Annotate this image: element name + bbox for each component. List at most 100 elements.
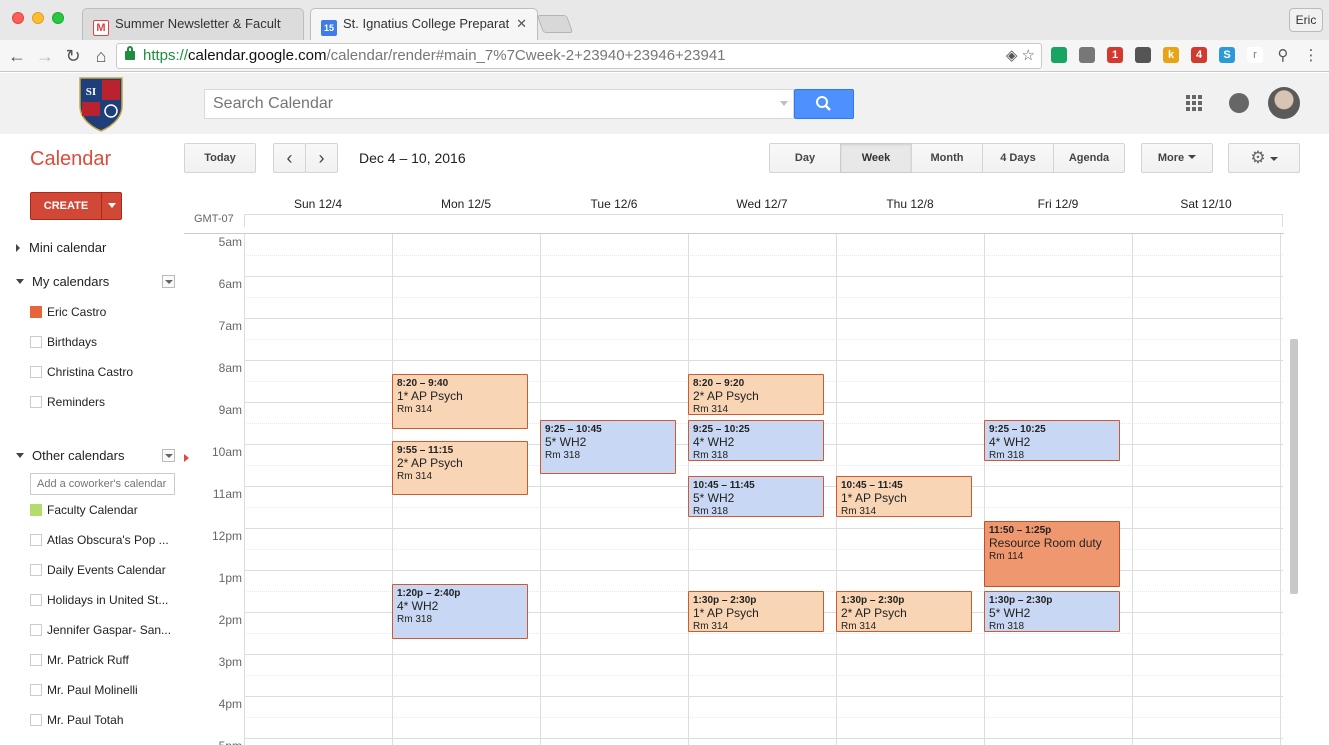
adblock-icon[interactable]: 1 bbox=[1107, 47, 1123, 63]
calendar-list-item[interactable]: Eric Castro bbox=[30, 303, 180, 323]
apps-grid-icon[interactable] bbox=[1186, 95, 1202, 111]
tool-extension-icon[interactable]: 4 bbox=[1191, 47, 1207, 63]
calendar-event[interactable]: 9:25 – 10:25 4* WH2 Rm 318 bbox=[984, 419, 1120, 461]
search-options-dropdown-icon[interactable] bbox=[780, 101, 788, 106]
minimize-window-button[interactable] bbox=[32, 12, 44, 24]
calendar-color-swatch[interactable] bbox=[30, 654, 42, 666]
event-room: Rm 318 bbox=[397, 613, 433, 625]
calendar-list-item[interactable]: Jennifer Gaspar- San... bbox=[30, 621, 180, 641]
calendar-color-swatch[interactable] bbox=[30, 624, 42, 636]
calendar-color-swatch[interactable] bbox=[30, 684, 42, 696]
day-header[interactable]: Fri 12/9 bbox=[984, 197, 1132, 211]
calendar-color-swatch[interactable] bbox=[30, 504, 42, 516]
calendar-list-item[interactable]: Mr. Patrick Ruff bbox=[30, 651, 180, 671]
calendar-label: Mr. Paul Totah bbox=[47, 713, 124, 727]
notifications-bell-icon[interactable] bbox=[1229, 93, 1249, 113]
calendar-list-item[interactable]: Daily Events Calendar bbox=[30, 561, 180, 581]
view-month-button[interactable]: Month bbox=[911, 143, 983, 173]
calendar-list-item[interactable]: Faculty Calendar bbox=[30, 501, 180, 521]
time-grid[interactable]: 5am 6am 7am 8am 9am 10am 11am 12pm 1pm 2pm 3pm 4pm 5… bbox=[184, 233, 1284, 745]
back-arrow-icon[interactable]: ← bbox=[6, 45, 28, 67]
next-week-button[interactable]: › bbox=[305, 143, 338, 173]
calendar-event[interactable]: 1:30p – 2:30p 5* WH2 Rm 318 bbox=[984, 591, 1120, 632]
gmail-icon: M bbox=[93, 20, 109, 36]
calendar-event[interactable]: 10:45 – 11:45 1* AP Psych Rm 314 bbox=[836, 475, 972, 517]
all-day-row[interactable] bbox=[244, 214, 1283, 227]
view-day-button[interactable]: Day bbox=[769, 143, 841, 173]
calendar-color-swatch[interactable] bbox=[30, 594, 42, 606]
other-calendars-toggle[interactable]: Other calendars bbox=[16, 448, 125, 463]
user-avatar[interactable] bbox=[1268, 87, 1300, 119]
address-bar[interactable]: https://calendar.google.com/calendar/ren… bbox=[116, 43, 1042, 69]
calendar-event[interactable]: 1:20p – 2:40p 4* WH2 Rm 318 bbox=[392, 583, 528, 639]
view-agenda-button[interactable]: Agenda bbox=[1053, 143, 1125, 173]
other-calendars-menu-icon[interactable] bbox=[162, 449, 175, 462]
my-calendars-toggle[interactable]: My calendars bbox=[16, 274, 109, 289]
previous-week-button[interactable]: ‹ bbox=[273, 143, 306, 173]
day-header[interactable]: Tue 12/6 bbox=[540, 197, 688, 211]
mini-calendar-toggle[interactable]: Mini calendar bbox=[16, 240, 106, 255]
calendar-event[interactable]: 1:30p – 2:30p 2* AP Psych Rm 314 bbox=[836, 591, 972, 632]
more-button[interactable]: More bbox=[1141, 143, 1213, 173]
calendar-event[interactable]: 8:20 – 9:40 1* AP Psych Rm 314 bbox=[392, 373, 528, 429]
day-header[interactable]: Wed 12/7 bbox=[688, 197, 836, 211]
add-coworker-calendar-input[interactable] bbox=[30, 473, 175, 495]
calendar-event[interactable]: 9:25 – 10:45 5* WH2 Rm 318 bbox=[540, 419, 676, 475]
chrome-menu-icon[interactable]: ⋮ bbox=[1300, 45, 1322, 67]
reload-icon[interactable]: ↻ bbox=[62, 45, 84, 67]
s-extension-icon[interactable]: S bbox=[1219, 47, 1235, 63]
day-header[interactable]: Thu 12/8 bbox=[836, 197, 984, 211]
create-button[interactable]: CREATE bbox=[30, 192, 122, 220]
day-header[interactable]: Sat 12/10 bbox=[1132, 197, 1280, 211]
browser-tab-gmail[interactable]: M Summer Newsletter & Faculty/ bbox=[82, 8, 304, 40]
new-tab-button[interactable] bbox=[536, 15, 574, 33]
calendar-list-item[interactable]: Birthdays bbox=[30, 333, 180, 353]
calendar-list-item[interactable]: Mr. Paul Molinelli bbox=[30, 681, 180, 701]
calendar-color-swatch[interactable] bbox=[30, 306, 42, 318]
close-window-button[interactable] bbox=[12, 12, 24, 24]
profile-button[interactable]: Eric bbox=[1289, 8, 1323, 32]
browser-tab-calendar[interactable]: 15 St. Ignatius College Preparator ✕ bbox=[310, 8, 538, 40]
k-extension-icon[interactable]: k bbox=[1163, 47, 1179, 63]
calendar-list-item[interactable]: Holidays in United St... bbox=[30, 591, 180, 611]
calendar-event[interactable]: 1:30p – 2:30p 1* AP Psych Rm 314 bbox=[688, 591, 824, 632]
eye-icon[interactable]: ◈ bbox=[1006, 47, 1018, 64]
calendar-list-item[interactable]: Christina Castro bbox=[30, 363, 180, 383]
calendar-color-swatch[interactable] bbox=[30, 396, 42, 408]
today-button[interactable]: Today bbox=[184, 143, 256, 173]
calendar-color-swatch[interactable] bbox=[30, 564, 42, 576]
view-week-button[interactable]: Week bbox=[840, 143, 912, 173]
grid-scrollbar[interactable] bbox=[1290, 339, 1298, 594]
close-tab-icon[interactable]: ✕ bbox=[516, 16, 527, 32]
view-4days-button[interactable]: 4 Days bbox=[982, 143, 1054, 173]
calendar-list-item[interactable]: Mr. Paul Totah bbox=[30, 711, 180, 731]
calendar-color-swatch[interactable] bbox=[30, 366, 42, 378]
my-calendars-menu-icon[interactable] bbox=[162, 275, 175, 288]
r-extension-icon[interactable]: r bbox=[1247, 47, 1263, 63]
calendar-event[interactable]: 9:55 – 11:15 2* AP Psych Rm 314 bbox=[392, 440, 528, 496]
info-extension-icon[interactable] bbox=[1135, 47, 1151, 63]
calendar-event[interactable]: 8:20 – 9:20 2* AP Psych Rm 314 bbox=[688, 373, 824, 415]
bookmark-star-icon[interactable]: ☆ bbox=[1022, 47, 1035, 64]
search-calendar-input[interactable] bbox=[204, 89, 794, 119]
sync-extension-icon[interactable] bbox=[1051, 47, 1067, 63]
search-extension-icon[interactable]: ⚲ bbox=[1272, 45, 1294, 67]
day-header[interactable]: Mon 12/5 bbox=[392, 197, 540, 211]
calendar-event[interactable]: 10:45 – 11:45 5* WH2 Rm 318 bbox=[688, 475, 824, 517]
maximize-window-button[interactable] bbox=[52, 12, 64, 24]
calendar-color-swatch[interactable] bbox=[30, 336, 42, 348]
calendar-list-item[interactable]: Reminders bbox=[30, 393, 180, 413]
calendar-list-item[interactable]: Atlas Obscura's Pop ... bbox=[30, 531, 180, 551]
forward-arrow-icon[interactable]: → bbox=[34, 45, 56, 67]
home-icon[interactable]: ⌂ bbox=[90, 45, 112, 67]
calendar-color-swatch[interactable] bbox=[30, 714, 42, 726]
calendar-event[interactable]: 11:50 – 1:25p Resource Room duty Rm 114 bbox=[984, 520, 1120, 587]
settings-button[interactable]: ⚙ bbox=[1228, 143, 1300, 173]
calendar-event[interactable]: 9:25 – 10:25 4* WH2 Rm 318 bbox=[688, 419, 824, 461]
create-dropdown-icon[interactable] bbox=[101, 193, 121, 219]
day-header[interactable]: Sun 12/4 bbox=[244, 197, 392, 211]
evernote-icon[interactable] bbox=[1079, 47, 1095, 63]
calendar-color-swatch[interactable] bbox=[30, 534, 42, 546]
search-button[interactable] bbox=[794, 89, 854, 119]
calendar-label: Faculty Calendar bbox=[47, 503, 138, 517]
